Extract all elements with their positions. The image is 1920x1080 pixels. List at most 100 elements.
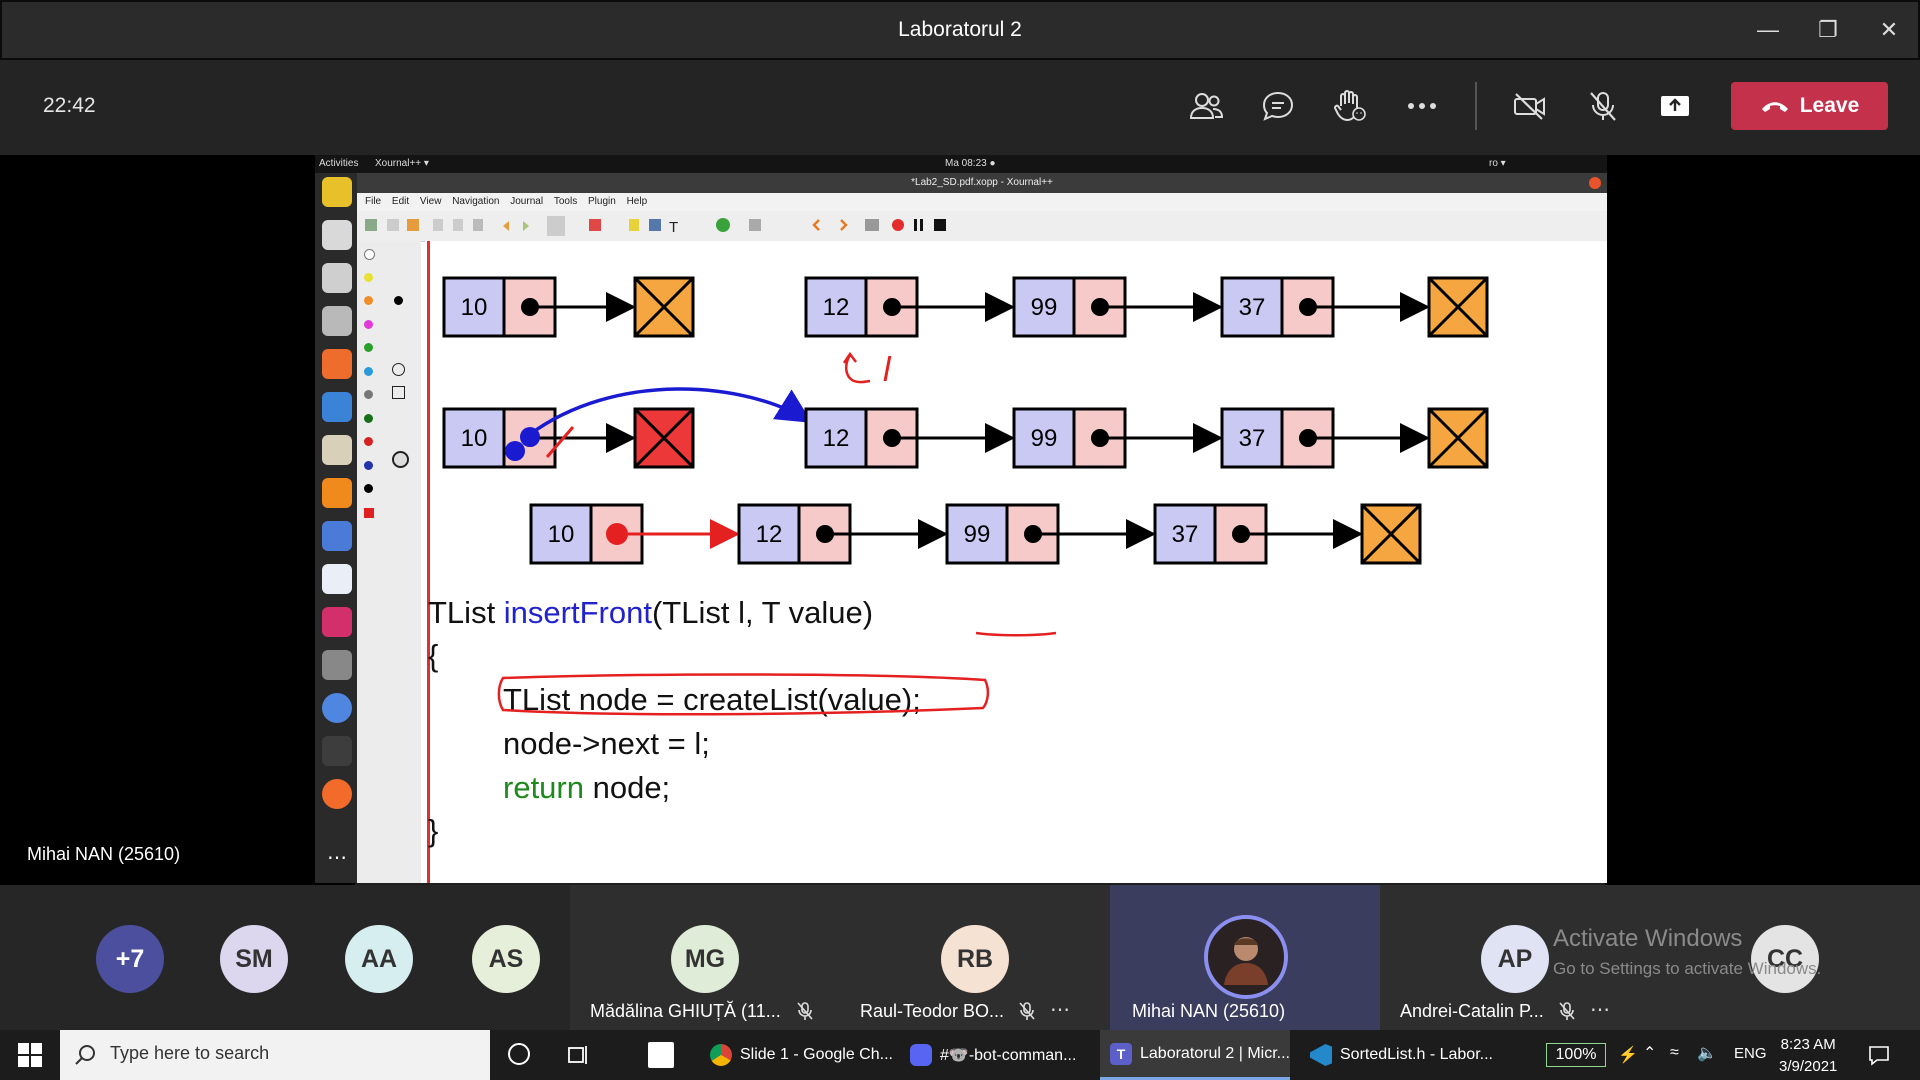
intellij-icon[interactable] [322,607,352,637]
participant-tile-cc[interactable]: CC [1650,885,1920,1030]
color-green[interactable] [364,343,373,352]
more-icon[interactable] [1402,88,1442,124]
participant-more-icon[interactable]: ⋯ [1050,997,1070,1022]
color-white[interactable] [364,249,375,260]
taskbar-app-chrome[interactable]: Slide 1 - Google Ch... [700,1030,900,1080]
chat-icon[interactable] [1258,88,1298,124]
color-selected[interactable] [364,508,374,518]
raise-hand-icon[interactable] [1330,88,1370,124]
firefox-icon[interactable] [322,779,352,809]
minimize-button[interactable]: — [1748,10,1788,50]
refresh-icon[interactable] [716,218,730,232]
stop-icon[interactable] [934,219,946,231]
participant-more-icon[interactable]: ⋯ [1590,997,1610,1022]
record-icon[interactable] [892,219,904,231]
participant-tile-rb[interactable]: RB Raul-Teodor BO... ⋯ [840,885,1110,1030]
taskbar-clock[interactable]: 8:23 AM 3/9/2021 [1779,1034,1837,1078]
participant-tile-overflow[interactable]: +7 [60,885,195,1030]
text-tool-icon[interactable]: T [669,219,678,236]
wifi-icon[interactable]: ≈ [1670,1044,1679,1062]
color-darkgreen[interactable] [364,414,373,423]
participant-tile-ap[interactable]: AP Andrei-Catalin P... ⋯ [1380,885,1650,1030]
app-grid-icon[interactable]: ⋯ [322,845,352,875]
camera-off-icon[interactable] [1510,88,1550,124]
color-gray[interactable] [364,390,373,399]
shared-screen[interactable]: Activities Xournal++ ▾ Ma 08:23 ● ro ▾ ⋯… [315,155,1607,883]
menu-tools[interactable]: Tools [554,196,577,207]
save-icon[interactable] [387,219,399,231]
participant-tile-as[interactable]: AS [440,885,570,1030]
participant-tile-mg[interactable]: MG Mădălina GHIUȚĂ (11... [570,885,840,1030]
power-icon[interactable]: ⚡ [1618,1045,1638,1065]
notification-icon[interactable] [1868,1044,1890,1071]
menu-journal[interactable]: Journal [510,196,543,207]
menu-view[interactable]: View [420,196,442,207]
cut-icon[interactable] [433,219,443,231]
color-yellow[interactable] [364,273,373,282]
select-tool-icon[interactable] [392,451,409,468]
search-app-icon[interactable] [322,220,352,250]
highlighter-icon[interactable] [629,219,639,231]
pause-icon[interactable] [914,219,917,231]
menu-plugin[interactable]: Plugin [588,196,616,207]
page-icon[interactable] [749,219,761,231]
menu-help[interactable]: Help [627,196,648,207]
sublime-icon[interactable] [322,478,352,508]
store-icon[interactable] [322,306,352,336]
image-icon[interactable] [649,219,661,231]
fullscreen-icon[interactable] [865,219,879,231]
menu-edit[interactable]: Edit [392,196,409,207]
xournal-close-icon[interactable] [1589,177,1601,189]
redo-icon[interactable] [523,221,529,231]
store-icon[interactable] [648,1042,674,1068]
people-icon[interactable] [1186,88,1226,124]
new-icon[interactable] [365,219,377,231]
color-black[interactable] [364,484,373,493]
mic-off-icon[interactable] [1583,88,1623,124]
ellipse-tool-icon[interactable] [392,363,405,376]
close-button[interactable]: ✕ [1869,10,1909,50]
participant-tile-sm[interactable]: SM [190,885,315,1030]
files-icon[interactable] [322,263,352,293]
undo-icon[interactable] [503,221,509,231]
xournal-icon[interactable] [322,564,352,594]
leave-button[interactable]: Leave [1731,82,1888,130]
terminal-icon[interactable] [322,736,352,766]
chevron-up-icon[interactable]: ⌃ [1643,1043,1656,1063]
menu-navigation[interactable]: Navigation [452,196,499,207]
battery-indicator[interactable]: 100% [1546,1043,1606,1067]
volume-icon[interactable]: 🔈 [1697,1043,1717,1063]
taskbar-app-vscode[interactable]: SortedList.h - Labor... [1300,1030,1500,1080]
mail-icon[interactable] [322,392,352,422]
thickness-dot[interactable] [394,296,403,305]
participant-tile-presenter[interactable]: Mihai NAN (25610) [1110,885,1380,1030]
copy-icon[interactable] [453,219,463,231]
text-editor-icon[interactable] [322,435,352,465]
open-icon[interactable] [407,219,419,231]
software-icon[interactable] [322,349,352,379]
share-icon[interactable] [1655,88,1695,124]
color-blue[interactable] [364,461,373,470]
taskbar-app-teams[interactable]: T Laboratorul 2 | Micr... [1100,1030,1290,1080]
cortana-icon[interactable] [508,1043,530,1065]
eraser-icon[interactable] [589,219,601,231]
language-indicator[interactable]: ENG [1734,1045,1767,1062]
task-view-icon[interactable] [566,1044,590,1071]
color-lightblue[interactable] [364,367,373,376]
paste-icon[interactable] [473,219,483,231]
color-red[interactable] [364,437,373,446]
taskbar-app-discord[interactable]: #🐨-bot-comman... [900,1030,1100,1080]
restore-button[interactable]: ❐ [1808,10,1848,50]
pen-tool-icon[interactable] [547,216,565,236]
screenshot-icon[interactable] [322,521,352,551]
color-orange[interactable] [364,296,373,305]
participant-tile-aa[interactable]: AA [315,885,440,1030]
next-page-icon[interactable] [840,219,848,231]
rectangle-tool-icon[interactable] [392,386,405,399]
installer-icon[interactable] [322,650,352,680]
menu-file[interactable]: File [365,196,381,207]
chromium-icon[interactable] [322,693,352,723]
rhythmbox-icon[interactable] [322,177,352,207]
windows-start-icon[interactable] [18,1043,42,1072]
prev-page-icon[interactable] [812,219,820,231]
